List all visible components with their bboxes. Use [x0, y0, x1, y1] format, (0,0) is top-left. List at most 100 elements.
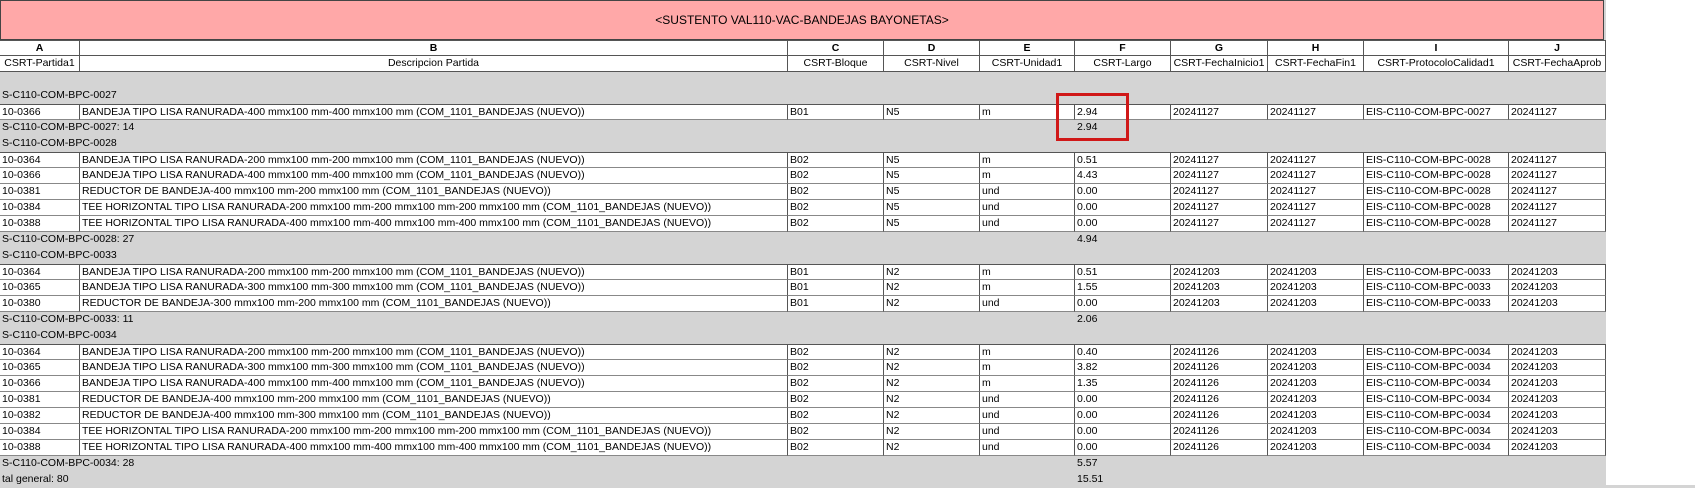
table-row: 10-0365 BANDEJA TIPO LISA RANURADA-300 mm… [0, 280, 1606, 296]
column-header: CSRT-Largo [1075, 56, 1171, 72]
table-cell: 0.00 [1075, 408, 1171, 424]
group-header: S-C110-COM-BPC-0034 [2, 329, 117, 341]
table-row: 10-0384 TEE HORIZONTAL TIPO LISA RANURADA… [0, 200, 1606, 216]
table-cell: 20241127 [1268, 184, 1364, 200]
table-cell: BANDEJA TIPO LISA RANURADA-400 mmx100 mm… [80, 376, 788, 392]
table-cell: 20241127 [1171, 216, 1268, 232]
table-cell: EIS-C110-COM-BPC-0028 [1364, 184, 1509, 200]
table-cell: EIS-C110-COM-BPC-0034 [1364, 424, 1509, 440]
table-cell: 10-0382 [0, 408, 80, 424]
table-cell: 20241203 [1509, 376, 1606, 392]
subtotal-label: S-C110-COM-BPC-0034: 28 [2, 457, 135, 469]
table-cell: m [980, 280, 1075, 296]
table-cell: 0.51 [1075, 264, 1171, 280]
table-cell: 20241126 [1171, 376, 1268, 392]
table-cell: 20241127 [1268, 104, 1364, 120]
table-cell: BANDEJA TIPO LISA RANURADA-200 mmx100 mm… [80, 152, 788, 168]
table-cell: 20241127 [1171, 184, 1268, 200]
table-cell: EIS-C110-COM-BPC-0034 [1364, 376, 1509, 392]
group-header: S-C110-COM-BPC-0028 [2, 137, 117, 149]
table-cell: B01 [788, 296, 884, 312]
table-cell: 10-0364 [0, 344, 80, 360]
table-cell: m [980, 264, 1075, 280]
group-header: S-C110-COM-BPC-0033 [2, 249, 117, 261]
table-cell: 20241126 [1171, 344, 1268, 360]
highlight-box [1056, 93, 1129, 141]
table-cell: N5 [884, 216, 980, 232]
table-cell: 10-0364 [0, 264, 80, 280]
table-row: 10-0364 BANDEJA TIPO LISA RANURADA-200 mm… [0, 344, 1606, 360]
column-header: CSRT-FechaInicio1 [1171, 56, 1268, 72]
table-cell: 20241127 [1171, 168, 1268, 184]
table-row: 10-0388 TEE HORIZONTAL TIPO LISA RANURADA… [0, 440, 1606, 456]
table-cell: m [980, 360, 1075, 376]
table-row: 10-0364 BANDEJA TIPO LISA RANURADA-200 mm… [0, 152, 1606, 168]
table-cell: B02 [788, 216, 884, 232]
table-cell: N2 [884, 424, 980, 440]
table-cell: 20241203 [1509, 408, 1606, 424]
table-row: 10-0381 REDUCTOR DE BANDEJA-400 mmx100 mm… [0, 184, 1606, 200]
table-cell: N2 [884, 264, 980, 280]
column-letter-e: E [980, 40, 1075, 56]
table-cell: 20241203 [1268, 376, 1364, 392]
table-cell: 20241127 [1509, 104, 1606, 120]
table-cell: B01 [788, 104, 884, 120]
table-cell: und [980, 424, 1075, 440]
table-cell: B02 [788, 344, 884, 360]
table-cell: N5 [884, 200, 980, 216]
table-cell: 20241203 [1268, 408, 1364, 424]
table-cell: B01 [788, 280, 884, 296]
schedule-title: <SUSTENTO VAL110-VAC-BANDEJAS BAYONETAS> [0, 0, 1604, 40]
table-cell: 20241203 [1509, 280, 1606, 296]
table-cell: 20241127 [1509, 168, 1606, 184]
table-cell: 20241203 [1171, 280, 1268, 296]
table-cell: 20241203 [1509, 424, 1606, 440]
table-cell: 20241203 [1268, 264, 1364, 280]
subtotal-label: S-C110-COM-BPC-0028: 27 [2, 233, 135, 245]
table-cell: TEE HORIZONTAL TIPO LISA RANURADA-200 mm… [80, 200, 788, 216]
table-cell: B01 [788, 264, 884, 280]
table-cell: und [980, 440, 1075, 456]
column-header-row: CSRT-Partida1 Descripcion Partida CSRT-Blo… [0, 56, 1606, 72]
table-cell: BANDEJA TIPO LISA RANURADA-300 mmx100 mm… [80, 280, 788, 296]
table-row: 10-0388 TEE HORIZONTAL TIPO LISA RANURADA… [0, 216, 1606, 232]
table-cell: EIS-C110-COM-BPC-0034 [1364, 360, 1509, 376]
table-cell: N2 [884, 296, 980, 312]
column-header: CSRT-FechaAprob [1509, 56, 1606, 72]
subtotal-row: S-C110-COM-BPC-0033: 11 2.06 [0, 312, 1606, 328]
column-letter-a: A [0, 40, 80, 56]
table-cell: 0.00 [1075, 296, 1171, 312]
table-cell: B02 [788, 168, 884, 184]
table-cell: BANDEJA TIPO LISA RANURADA-200 mmx100 mm… [80, 264, 788, 280]
column-letter-g: G [1171, 40, 1268, 56]
subtotal-value: 5.57 [1077, 457, 1098, 469]
table-cell: EIS-C110-COM-BPC-0033 [1364, 280, 1509, 296]
grand-total-row: tal general: 80 15.51 [0, 472, 1606, 488]
table-row: 10-0366 BANDEJA TIPO LISA RANURADA-400 mm… [0, 104, 1606, 120]
table-row: 10-0380 REDUCTOR DE BANDEJA-300 mmx100 mm… [0, 296, 1606, 312]
table-cell: BANDEJA TIPO LISA RANURADA-400 mmx100 mm… [80, 168, 788, 184]
table-cell: 10-0364 [0, 152, 80, 168]
subtotal-row: S-C110-COM-BPC-0027: 14 2.94 [0, 120, 1606, 136]
table-cell: EIS-C110-COM-BPC-0034 [1364, 440, 1509, 456]
table-cell: 0.00 [1075, 392, 1171, 408]
column-header: CSRT-Bloque [788, 56, 884, 72]
table-cell: EIS-C110-COM-BPC-0033 [1364, 296, 1509, 312]
table-cell: m [980, 344, 1075, 360]
table-cell: und [980, 408, 1075, 424]
table-cell: B02 [788, 408, 884, 424]
column-letter-f: F [1075, 40, 1171, 56]
table-cell: 20241127 [1268, 152, 1364, 168]
table-cell: m [980, 152, 1075, 168]
table-cell: 20241127 [1509, 184, 1606, 200]
table-cell: 20241203 [1509, 360, 1606, 376]
column-letter-d: D [884, 40, 980, 56]
table-cell: B02 [788, 152, 884, 168]
table-cell: 20241127 [1509, 152, 1606, 168]
table-cell: EIS-C110-COM-BPC-0028 [1364, 152, 1509, 168]
subtotal-label: S-C110-COM-BPC-0027: 14 [2, 121, 135, 133]
table-cell: N2 [884, 392, 980, 408]
column-header: CSRT-ProtocoloCalidad1 [1364, 56, 1509, 72]
group-header-row: S-C110-COM-BPC-0034 [0, 328, 1606, 344]
table-cell: EIS-C110-COM-BPC-0033 [1364, 264, 1509, 280]
